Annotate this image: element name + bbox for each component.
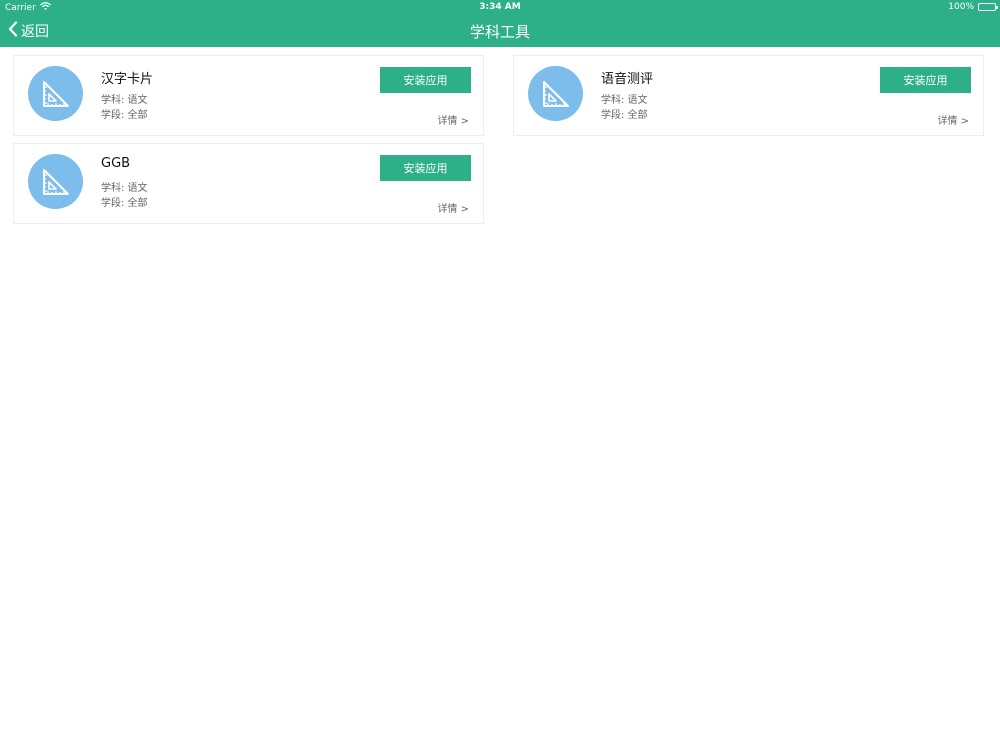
detail-link[interactable]: 详情 > [437, 200, 469, 215]
app-name: 汉字卡片 [101, 72, 154, 87]
status-bar: Carrier 3:34 AM 100% [0, 0, 1000, 16]
app-card[interactable]: 语音测评 学科: 语文 学段: 全部 安装应用 详情 > [513, 55, 984, 136]
nav-bar: 返回 学科工具 [0, 16, 1000, 47]
battery-percent: 100% [948, 2, 974, 12]
battery-icon [978, 3, 998, 11]
detail-link[interactable]: 详情 > [937, 112, 969, 127]
app-stage: 学段: 全部 [601, 110, 648, 121]
page-title: 学科工具 [469, 23, 530, 41]
app-stage: 学段: 全部 [101, 198, 148, 209]
header: Carrier 3:34 AM 100% 返回 学科工具 [0, 0, 1000, 47]
app-name: 语音测评 [601, 72, 654, 87]
app-name: GGB [101, 156, 131, 171]
set-square-icon [528, 66, 583, 121]
install-button[interactable]: 安装应用 [380, 67, 471, 93]
install-button[interactable]: 安装应用 [380, 155, 471, 181]
detail-link[interactable]: 详情 > [437, 112, 469, 127]
status-right: 100% [948, 2, 998, 12]
app-grid: 汉字卡片 学科: 语文 学段: 全部 安装应用 详情 > 语音测评 学科: 语文… [13, 55, 985, 224]
set-square-icon [28, 66, 83, 121]
app-subject: 学科: 语文 [601, 95, 648, 106]
app-subject: 学科: 语文 [101, 183, 148, 194]
app-stage: 学段: 全部 [101, 110, 148, 121]
status-time: 3:34 AM [479, 2, 521, 12]
install-button[interactable]: 安装应用 [880, 67, 971, 93]
app-subject: 学科: 语文 [101, 95, 148, 106]
set-square-icon [28, 154, 83, 209]
app-card[interactable]: GGB 学科: 语文 学段: 全部 安装应用 详情 > [13, 143, 484, 224]
app-card[interactable]: 汉字卡片 学科: 语文 学段: 全部 安装应用 详情 > [13, 55, 484, 136]
